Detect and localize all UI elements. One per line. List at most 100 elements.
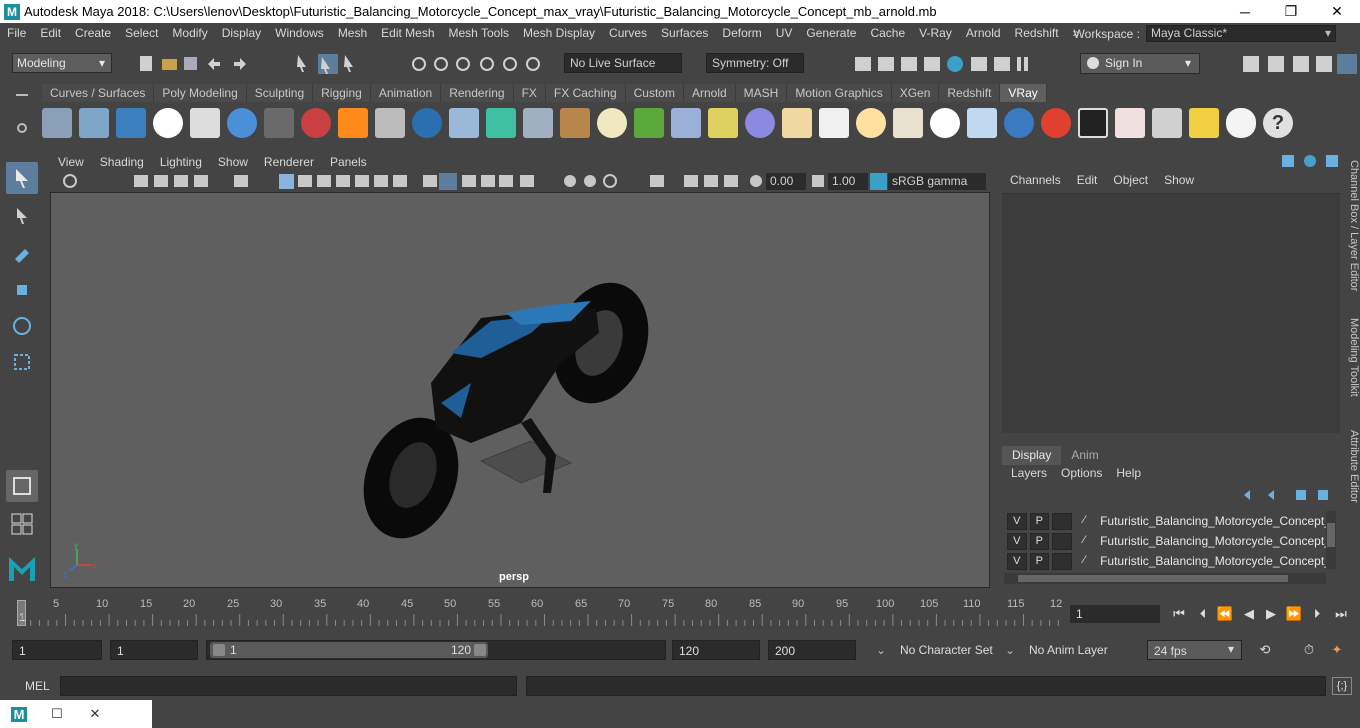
- menu-redshift[interactable]: Redshift: [1008, 26, 1066, 40]
- vray-log-icon[interactable]: [190, 108, 220, 138]
- viewport-menu-panels[interactable]: Panels: [322, 155, 375, 169]
- step-forward-key-icon[interactable]: ⏩: [1285, 605, 1303, 623]
- menu-arnold[interactable]: Arnold: [959, 26, 1008, 40]
- layer-display-type-toggle[interactable]: [1052, 532, 1072, 550]
- live-surface-field[interactable]: No Live Surface: [564, 53, 682, 73]
- menu-deform[interactable]: Deform: [715, 26, 768, 40]
- menu-cache[interactable]: Cache: [863, 26, 912, 40]
- vray-texture-icon[interactable]: [560, 108, 590, 138]
- vray-mesh-light-icon[interactable]: [486, 108, 516, 138]
- persp-viewport[interactable]: x y z: [50, 192, 990, 588]
- rotate-tool[interactable]: [6, 310, 38, 342]
- go-to-end-icon[interactable]: ⏭: [1332, 605, 1350, 623]
- vray-multi-material-icon[interactable]: [1041, 108, 1071, 138]
- layer-color-swatch-icon[interactable]: ⁄: [1075, 553, 1094, 570]
- layer-menu-help[interactable]: Help: [1109, 466, 1148, 480]
- menu-uv[interactable]: UV: [769, 26, 800, 40]
- vray-fire-icon[interactable]: [338, 108, 368, 138]
- range-slider-handle[interactable]: [210, 642, 488, 658]
- menu-display[interactable]: Display: [215, 26, 268, 40]
- vray-scatter-icon[interactable]: [671, 108, 701, 138]
- command-language-label[interactable]: MEL: [25, 679, 50, 693]
- layer-menu-layers[interactable]: Layers: [1004, 466, 1054, 480]
- lasso-tool[interactable]: [6, 200, 38, 232]
- layer-name[interactable]: Futuristic_Balancing_Motorcycle_Concept_…: [1100, 554, 1326, 568]
- layer-display-type-toggle[interactable]: [1052, 552, 1072, 570]
- channel-menu-channels[interactable]: Channels: [1002, 173, 1069, 187]
- vray-sphere-icon[interactable]: [745, 108, 775, 138]
- vray-spreadsheet-icon[interactable]: [1152, 108, 1182, 138]
- layer-color-swatch-icon[interactable]: ⁄: [1075, 513, 1094, 530]
- menu-select[interactable]: Select: [118, 26, 165, 40]
- playback-start-field[interactable]: 1: [110, 640, 198, 660]
- layer-name[interactable]: Futuristic_Balancing_Motorcycle_Concept_…: [1100, 534, 1326, 548]
- vray-camera-icon[interactable]: [264, 108, 294, 138]
- layout-four-button[interactable]: [6, 508, 38, 540]
- anim-layer-dropdown[interactable]: No Anim Layer: [1023, 640, 1131, 660]
- channel-box-area[interactable]: [1002, 193, 1340, 433]
- loop-icon[interactable]: ⟲: [1256, 641, 1274, 659]
- layer-playback-toggle[interactable]: P: [1029, 532, 1050, 550]
- vray-settings-icon[interactable]: [42, 108, 72, 138]
- sign-in-button[interactable]: Sign In: [1080, 53, 1200, 74]
- channel-menu-object[interactable]: Object: [1105, 173, 1156, 187]
- menu-surfaces[interactable]: Surfaces: [654, 26, 715, 40]
- paint-select-tool[interactable]: [6, 236, 38, 268]
- side-tab-attribute-editor[interactable]: Attribute Editor: [1342, 430, 1360, 503]
- layer-menu-options[interactable]: Options: [1054, 466, 1109, 480]
- gamma-field[interactable]: 1.00: [828, 173, 868, 190]
- vray-frame-buffer-icon[interactable]: [116, 108, 146, 138]
- vray-cloud-icon[interactable]: [1226, 108, 1256, 138]
- channel-menu-edit[interactable]: Edit: [1069, 173, 1106, 187]
- vray-sun-icon[interactable]: [856, 108, 886, 138]
- layer-visibility-toggle[interactable]: V: [1007, 512, 1027, 530]
- viewport-menu-show[interactable]: Show: [210, 155, 256, 169]
- shelf-tab-sculpting[interactable]: Sculpting: [246, 84, 314, 102]
- menu-mesh-display[interactable]: Mesh Display: [516, 26, 602, 40]
- taskbar-restore-icon[interactable]: ☐: [38, 700, 76, 728]
- shelf-tab-curves-surfaces[interactable]: Curves / Surfaces: [42, 84, 155, 102]
- vray-plane-icon[interactable]: [375, 108, 405, 138]
- range-start-grip[interactable]: [213, 644, 225, 656]
- close-button[interactable]: ✕: [1314, 0, 1360, 23]
- menu-generate[interactable]: Generate: [799, 26, 863, 40]
- layout-single-button[interactable]: [6, 470, 38, 502]
- shelf-tab-mash[interactable]: MASH: [735, 84, 788, 102]
- scale-tool[interactable]: [6, 346, 38, 378]
- vray-plane-light-icon[interactable]: [967, 108, 997, 138]
- vray-material-icon[interactable]: [227, 108, 257, 138]
- layer-list-hscroll-thumb[interactable]: [1018, 575, 1288, 582]
- auto-key-icon[interactable]: ⏱: [1300, 641, 1318, 659]
- viewport-menu-renderer[interactable]: Renderer: [256, 155, 322, 169]
- vray-help-icon[interactable]: ?: [1263, 108, 1293, 138]
- menu-mesh[interactable]: Mesh: [331, 26, 374, 40]
- symmetry-field[interactable]: Symmetry: Off: [706, 53, 804, 73]
- viewport-menu-view[interactable]: View: [50, 155, 92, 169]
- character-set-chevron-icon[interactable]: ⌄: [876, 643, 886, 657]
- playback-end-field[interactable]: 120: [672, 640, 760, 660]
- shelf-tab-fx-caching[interactable]: FX Caching: [545, 84, 626, 102]
- shelf-tab-rigging[interactable]: Rigging: [313, 84, 371, 102]
- play-backwards-icon[interactable]: ◀: [1240, 605, 1258, 623]
- script-editor-icon[interactable]: {;}: [1332, 677, 1352, 695]
- vray-render-elements-icon[interactable]: [79, 108, 109, 138]
- animation-preferences-icon[interactable]: ✦: [1328, 641, 1346, 659]
- vray-lightbulb-icon[interactable]: [1189, 108, 1219, 138]
- vray-rect-light-icon[interactable]: [412, 108, 442, 138]
- layer-visibility-toggle[interactable]: V: [1007, 552, 1027, 570]
- layer-visibility-toggle[interactable]: V: [1007, 532, 1027, 550]
- shelf-tab-motion-graphics[interactable]: Motion Graphics: [787, 84, 892, 102]
- minimize-button[interactable]: ─: [1222, 0, 1268, 23]
- step-back-key-icon[interactable]: ⏪: [1216, 605, 1234, 623]
- vray-dome-light-icon[interactable]: [597, 108, 627, 138]
- shelf-tab-fx[interactable]: FX: [513, 84, 546, 102]
- menu-file[interactable]: File: [0, 26, 33, 40]
- viewport-menu-shading[interactable]: Shading: [92, 155, 152, 169]
- taskbar-maya-icon[interactable]: M: [0, 700, 38, 728]
- layer-list-scrollbar[interactable]: [1326, 511, 1336, 569]
- shelf-tab-animation[interactable]: Animation: [370, 84, 442, 102]
- layer-playback-toggle[interactable]: P: [1029, 512, 1050, 530]
- menu-mesh-tools[interactable]: Mesh Tools: [442, 26, 516, 40]
- command-input[interactable]: [60, 676, 517, 696]
- layer-row[interactable]: V P ⁄ Futuristic_Balancing_Motorcycle_Co…: [1004, 551, 1326, 571]
